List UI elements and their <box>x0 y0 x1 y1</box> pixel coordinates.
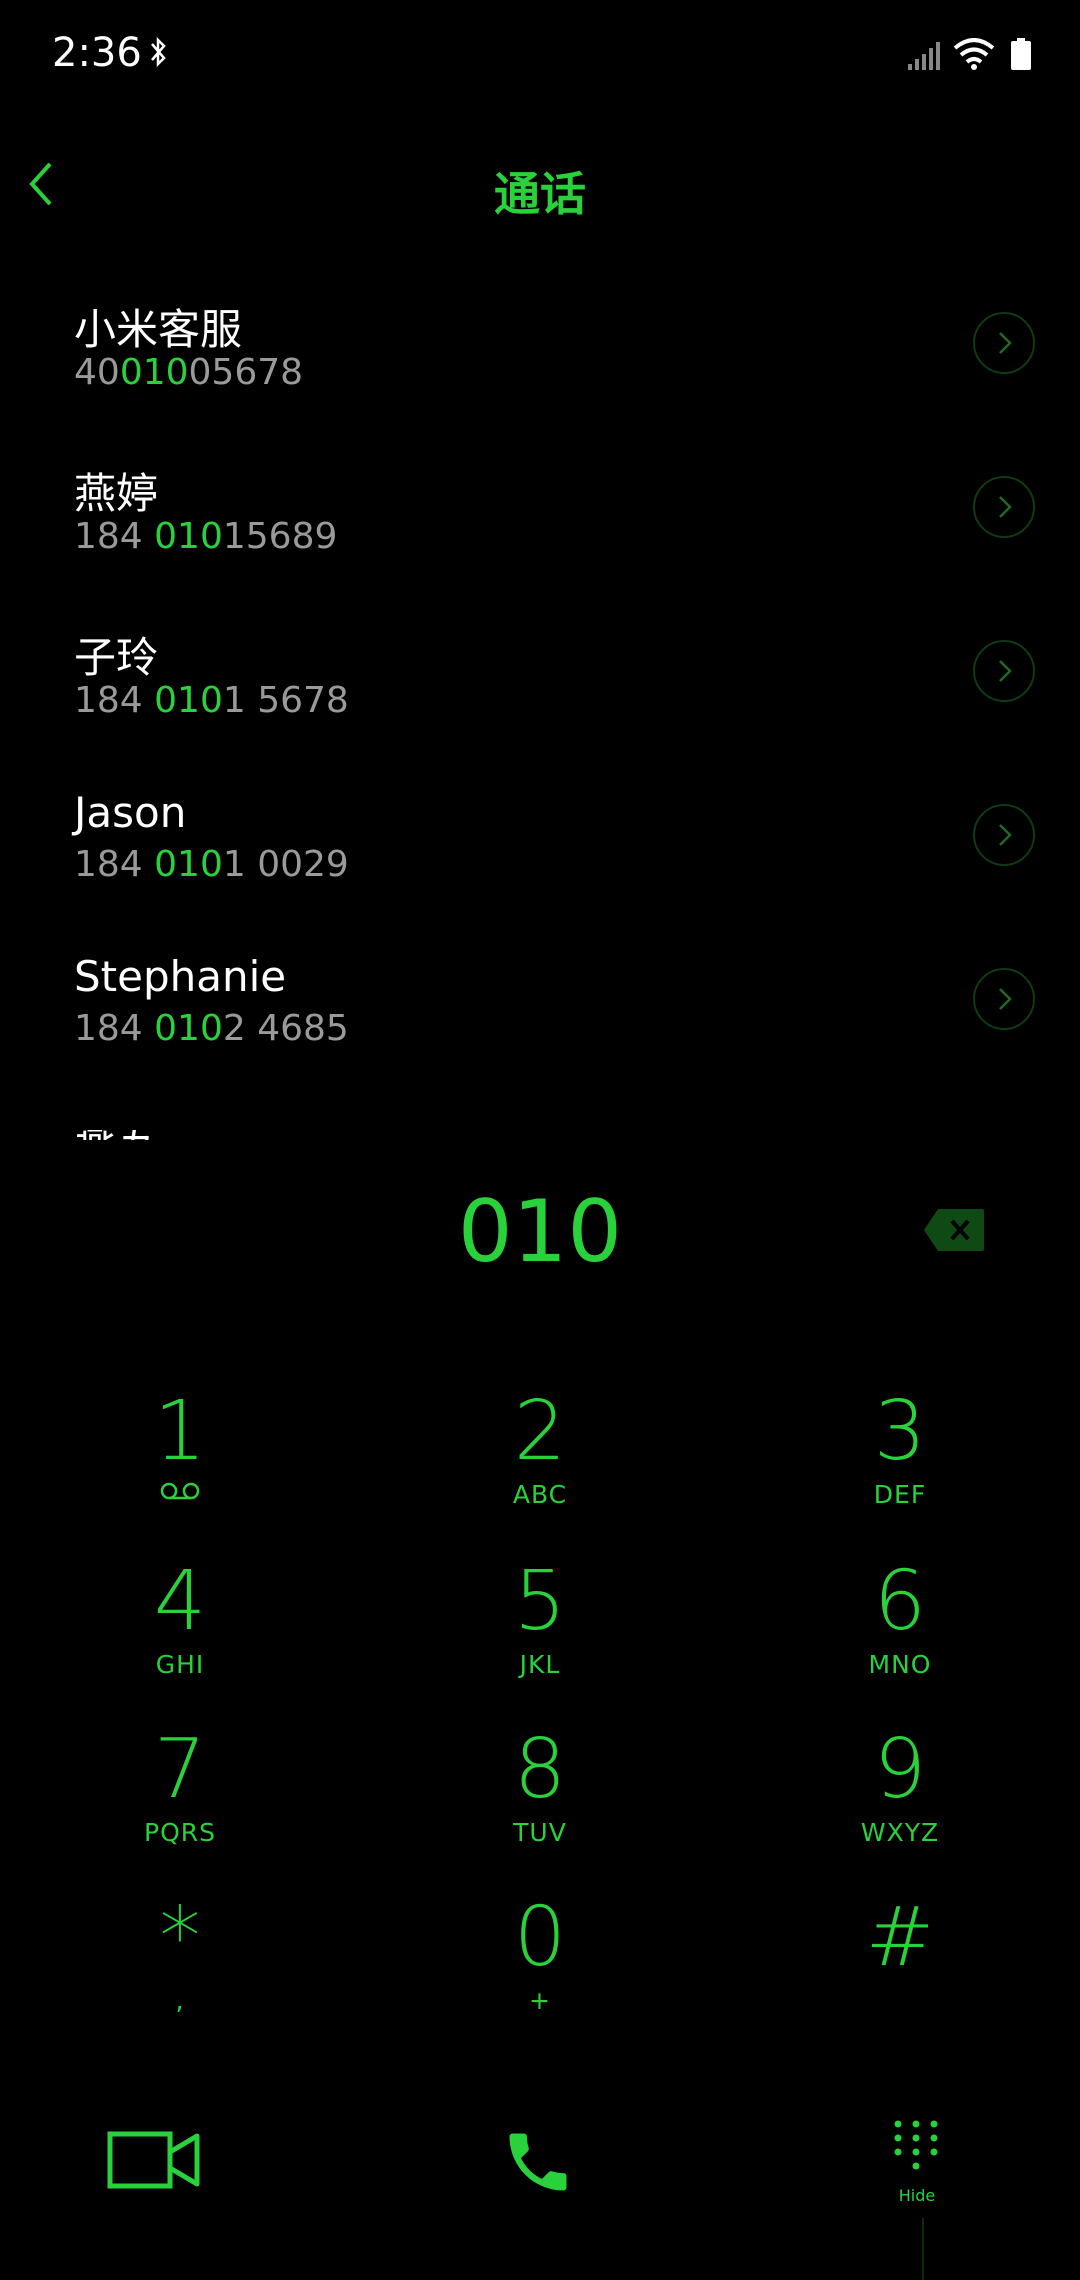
divider <box>922 2218 924 2280</box>
key-hash[interactable]: # <box>800 1890 1000 1986</box>
key-2[interactable]: 2 ABC <box>440 1384 640 1510</box>
contact-name: Jason <box>74 788 187 837</box>
list-item[interactable]: 燕婷 184 01015689 <box>0 460 1080 624</box>
signal-icon <box>908 42 940 70</box>
contact-number: 184 0101 5678 <box>74 680 349 721</box>
list-item[interactable]: 小米客服 4001005678 <box>0 296 1080 460</box>
chevron-right-icon <box>999 988 1012 1010</box>
list-item[interactable]: Stephanie 184 0102 4685 <box>0 952 1080 1116</box>
contact-number: 184 01015689 <box>74 516 338 557</box>
contact-name: 小米客服 <box>74 305 243 354</box>
key-1[interactable]: 1 <box>80 1384 280 1506</box>
video-call-icon[interactable] <box>107 2128 201 2192</box>
chevron-right-icon <box>999 496 1012 518</box>
chevron-right-icon <box>999 660 1012 682</box>
key-3[interactable]: 3 DEF <box>800 1384 1000 1510</box>
contact-name: 燕婷 <box>74 469 159 518</box>
wifi-icon <box>953 38 995 70</box>
key-7[interactable]: 7 PQRS <box>80 1722 280 1848</box>
list-item[interactable]: 子玲 184 0101 5678 <box>0 624 1080 788</box>
contact-detail-button[interactable] <box>973 476 1035 538</box>
contact-number: 4001005678 <box>74 352 304 393</box>
page-title: 通话 <box>494 167 586 221</box>
key-8[interactable]: 8 TUV <box>440 1722 640 1848</box>
contact-number: 184 0102 4685 <box>74 1008 349 1049</box>
chevron-right-icon <box>999 824 1012 846</box>
key-4[interactable]: 4 GHI <box>80 1554 280 1680</box>
phone-icon[interactable] <box>500 2124 576 2200</box>
list-item-partial[interactable]: 燕五 <box>74 1130 158 1140</box>
voicemail-icon <box>160 1482 200 1500</box>
contact-name: 燕五 <box>74 1130 158 1140</box>
hide-dialpad-label[interactable]: Hide <box>892 2186 942 2205</box>
backspace-icon[interactable] <box>922 1207 986 1253</box>
bluetooth-icon <box>151 36 166 68</box>
contact-detail-button[interactable] <box>973 640 1035 702</box>
key-star[interactable]: * , <box>80 1890 280 2016</box>
contact-name: Stephanie <box>74 952 287 1001</box>
list-item[interactable]: Jason 184 0101 0029 <box>0 788 1080 952</box>
contact-name: 子玲 <box>74 633 159 682</box>
contact-number: 184 0101 0029 <box>74 844 349 885</box>
contact-detail-button[interactable] <box>973 968 1035 1030</box>
battery-icon <box>1011 38 1031 70</box>
status-time: 2:36 <box>52 30 142 76</box>
chevron-right-icon <box>999 332 1012 354</box>
contact-detail-button[interactable] <box>973 804 1035 866</box>
key-0[interactable]: 0 + <box>440 1890 640 2016</box>
key-6[interactable]: 6 MNO <box>800 1554 1000 1680</box>
key-9[interactable]: 9 WXYZ <box>800 1722 1000 1848</box>
dialpad-icon[interactable] <box>890 2118 942 2180</box>
contact-detail-button[interactable] <box>973 312 1035 374</box>
key-5[interactable]: 5 JKL <box>440 1554 640 1680</box>
dialed-number: 010 <box>457 1182 623 1282</box>
